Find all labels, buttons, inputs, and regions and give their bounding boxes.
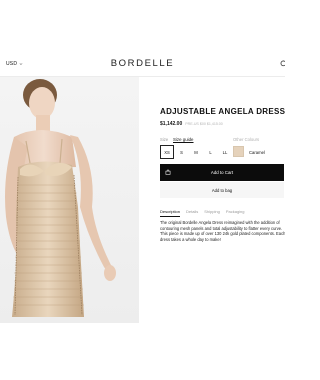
- add-to-cart-button[interactable]: Add to Cart: [160, 164, 284, 181]
- product-description: The original Bordelle Angela Dress reima…: [160, 220, 285, 242]
- search-icon[interactable]: [280, 60, 285, 68]
- size-selector: XS S M L LL: [160, 145, 233, 159]
- add-to-bag-label: Add to bag: [211, 187, 233, 193]
- product-page: USD BORDELLE ADJUSTABLE ANGELA DRESS $1,…: [0, 0, 285, 380]
- product-tabs: Description Details Shipping Packaging: [160, 209, 251, 217]
- size-label: Size: [160, 137, 169, 142]
- site-header: USD BORDELLE: [0, 54, 285, 76]
- shopping-bag-icon: [165, 169, 171, 175]
- tab-details[interactable]: Details: [186, 209, 198, 217]
- size-option-l[interactable]: L: [204, 145, 218, 159]
- tab-description[interactable]: Description: [160, 209, 181, 217]
- brand-logo[interactable]: BORDELLE: [0, 58, 285, 69]
- other-colours-label: Other Colours: [233, 137, 260, 142]
- size-option-ll[interactable]: LL: [218, 145, 232, 159]
- price-value: $1,142.00: [160, 121, 183, 127]
- size-option-xs[interactable]: XS: [160, 145, 174, 159]
- product-image[interactable]: [0, 77, 139, 323]
- colour-name: Caramel: [249, 150, 265, 155]
- add-to-bag-button[interactable]: Add to bag: [160, 182, 284, 198]
- tab-packaging[interactable]: Packaging: [226, 209, 245, 217]
- tab-shipping[interactable]: Shipping: [204, 209, 220, 217]
- size-guide-link[interactable]: Size guide: [173, 137, 194, 142]
- model-photo: [5, 79, 116, 317]
- size-option-s[interactable]: S: [175, 145, 189, 159]
- product-title: ADJUSTABLE ANGELA DRESS: [160, 107, 285, 116]
- colour-swatch-caramel[interactable]: [233, 146, 244, 157]
- size-option-m[interactable]: M: [189, 145, 203, 159]
- price-note: PRE-US $00 $1,415.00: [185, 122, 223, 126]
- add-to-cart-label: Add to Cart: [210, 170, 234, 175]
- product-price: $1,142.00 PRE-US $00 $1,415.00: [160, 121, 223, 127]
